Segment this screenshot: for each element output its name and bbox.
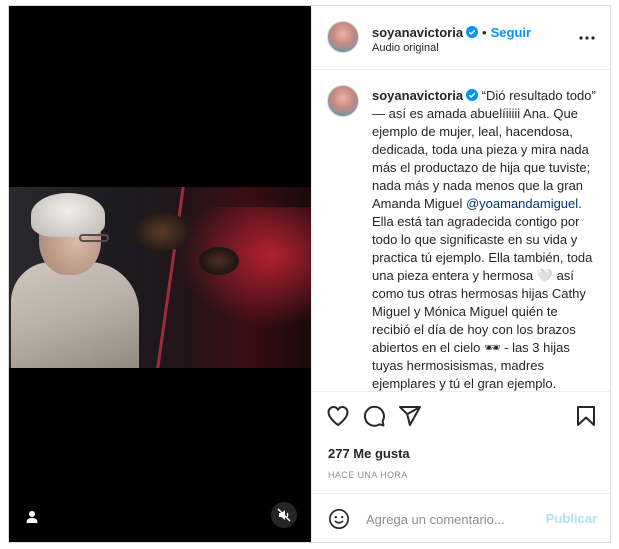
likes-count[interactable]: 277 Me gusta (328, 446, 410, 461)
audio-link[interactable]: Audio original (372, 42, 439, 54)
mute-icon (277, 508, 291, 522)
caption-username[interactable]: soyanavictoria (372, 88, 463, 103)
publish-button[interactable]: Publicar (546, 511, 597, 526)
comment-icon[interactable] (362, 404, 386, 428)
caption-text: soyanavictoria “Dió resultado todo” — as… (372, 87, 600, 391)
caption-body: “Dió resultado todo” — así es amada abue… (372, 88, 600, 211)
woman-figure (11, 262, 139, 368)
video-frame[interactable] (9, 187, 311, 368)
mute-button[interactable] (271, 502, 297, 528)
woman-glasses (79, 234, 109, 242)
caption-area[interactable]: soyanavictoria “Dió resultado todo” — as… (312, 70, 610, 392)
drum-kit (134, 212, 189, 252)
post-header: soyanavictoria • Seguir Audio original (312, 6, 610, 70)
drum-kit-tom (199, 247, 239, 275)
stage-light (179, 207, 311, 327)
caption-body-continued: . Ella está tan agradecida contigo por t… (372, 196, 593, 391)
post-sidebar: soyanavictoria • Seguir Audio original soy… (311, 6, 610, 542)
caption-avatar[interactable] (327, 85, 359, 117)
mention-link[interactable]: @yoamandamiguel (466, 196, 578, 211)
comment-input[interactable] (364, 506, 538, 532)
username-link[interactable]: soyanavictoria (372, 25, 463, 40)
person-icon[interactable] (25, 510, 39, 524)
heart-icon[interactable] (326, 404, 350, 428)
post-timestamp[interactable]: HACE UNA HORA (328, 470, 408, 480)
action-bar (312, 404, 610, 434)
avatar[interactable] (327, 21, 359, 53)
bookmark-icon[interactable] (574, 404, 598, 428)
emoji-icon[interactable] (328, 508, 350, 530)
comment-bar: Publicar (312, 493, 610, 542)
video-player[interactable] (9, 6, 311, 542)
header-user-row: soyanavictoria • Seguir (372, 24, 531, 42)
separator-dot: • (482, 25, 487, 40)
share-icon[interactable] (398, 404, 422, 428)
verified-badge-icon (466, 89, 479, 101)
post-card: soyanavictoria • Seguir Audio original soy… (8, 5, 611, 543)
follow-button[interactable]: Seguir (491, 25, 531, 40)
verified-badge-icon (466, 26, 479, 38)
more-options-icon[interactable] (577, 28, 597, 48)
woman-hair (31, 193, 105, 237)
